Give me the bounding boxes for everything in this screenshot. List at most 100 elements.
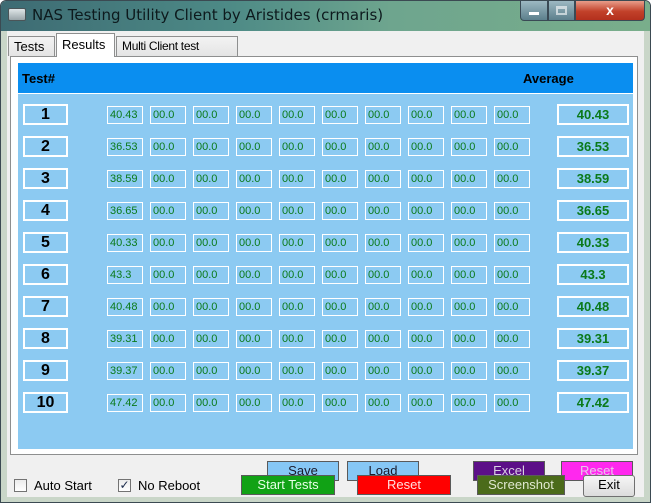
table-row: 4 36.65 00.0 00.0 00.0 00.0 00.0 00.0 00.0 00.0 00… [18,197,633,229]
start-tests-button[interactable]: Start Tests [241,475,335,495]
table-row: 6 43.3 00.0 00.0 00.0 00.0 00.0 00.0 00.0 00.0 00.… [18,261,633,293]
result-cell: 00.0 [408,394,444,412]
row-average: 39.31 [557,328,629,349]
result-cell: 00.0 [322,394,358,412]
result-cell: 00.0 [236,266,272,284]
result-cell: 00.0 [322,138,358,156]
row-average: 40.43 [557,104,629,125]
result-cell: 00.0 [322,234,358,252]
result-cell: 00.0 [150,330,186,348]
header-average: Average [523,71,574,86]
minimize-button[interactable] [520,1,548,21]
result-cell: 00.0 [408,106,444,124]
app-icon [8,8,26,21]
no-reboot-label: No Reboot [138,478,201,493]
result-cell: 00.0 [193,362,229,380]
result-cell: 00.0 [365,138,401,156]
result-cell: 00.0 [494,266,530,284]
result-cell: 00.0 [322,330,358,348]
result-cell: 40.48 [107,298,143,316]
window-title: NAS Testing Utility Client by Aristides … [32,6,384,24]
row-average: 38.59 [557,168,629,189]
result-cell: 00.0 [150,362,186,380]
result-cell: 00.0 [494,106,530,124]
table-row: 3 38.59 00.0 00.0 00.0 00.0 00.0 00.0 00.0 00.0 00… [18,165,633,197]
result-cell: 00.0 [365,266,401,284]
row-average: 36.65 [557,200,629,221]
result-cell: 00.0 [279,138,315,156]
result-cell: 00.0 [279,298,315,316]
table-row: 1 40.43 00.0 00.0 00.0 00.0 00.0 00.0 00.0 00.0 00… [18,101,633,133]
result-cell: 00.0 [236,138,272,156]
result-cell: 00.0 [322,362,358,380]
result-cell: 39.37 [107,362,143,380]
result-cell: 39.31 [107,330,143,348]
row-number: 3 [23,168,68,189]
result-cell: 00.0 [451,266,487,284]
result-cell: 00.0 [408,330,444,348]
result-cell: 00.0 [451,138,487,156]
result-cell: 00.0 [236,394,272,412]
row-average: 43.3 [557,264,629,285]
exit-button[interactable]: Exit [583,475,635,497]
app-window: NAS Testing Utility Client by Aristides … [0,0,651,503]
result-cell: 00.0 [365,330,401,348]
result-cell: 00.0 [451,106,487,124]
row-number: 7 [23,296,68,317]
no-reboot-checkbox[interactable]: ✓ [118,479,131,492]
result-cell: 00.0 [236,234,272,252]
result-cell: 00.0 [494,202,530,220]
maximize-button[interactable] [548,1,575,21]
client-area: Tests Results Multi Client test Test# Av… [7,31,644,497]
row-number: 5 [23,232,68,253]
tab-tests[interactable]: Tests [8,36,55,56]
result-cell: 00.0 [193,138,229,156]
tab-results[interactable]: Results [56,33,115,57]
result-cell: 43.3 [107,266,143,284]
result-cell: 00.0 [322,298,358,316]
row-average: 39.37 [557,360,629,381]
auto-start-checkbox[interactable] [14,479,27,492]
result-cell: 00.0 [494,330,530,348]
result-cell: 00.0 [408,362,444,380]
result-cell: 00.0 [494,138,530,156]
close-button[interactable]: x [575,1,645,21]
result-cell: 00.0 [451,394,487,412]
result-cell: 00.0 [408,266,444,284]
result-cell: 36.53 [107,138,143,156]
result-cell: 00.0 [193,202,229,220]
result-cell: 00.0 [365,202,401,220]
tab-multi-client-test[interactable]: Multi Client test [116,36,238,56]
reset-button[interactable]: Reset [357,475,451,495]
result-cell: 00.0 [322,106,358,124]
result-cell: 00.0 [279,106,315,124]
result-cell: 00.0 [150,202,186,220]
result-cell: 00.0 [408,202,444,220]
title-bar[interactable]: NAS Testing Utility Client by Aristides … [1,1,650,31]
result-cell: 00.0 [408,170,444,188]
result-cell: 40.33 [107,234,143,252]
result-cell: 00.0 [408,138,444,156]
result-cell: 00.0 [150,234,186,252]
result-cell: 00.0 [150,106,186,124]
result-cell: 00.0 [451,330,487,348]
result-cell: 00.0 [365,362,401,380]
result-cell: 00.0 [193,234,229,252]
result-cell: 00.0 [365,234,401,252]
result-cell: 00.0 [279,362,315,380]
minimize-icon [529,12,539,15]
result-cell: 00.0 [236,170,272,188]
result-cell: 38.59 [107,170,143,188]
results-panel: Test# Average 1 40.43 00.0 00.0 00.0 00.0 00.0… [10,56,638,481]
result-cell: 00.0 [494,362,530,380]
row-number: 9 [23,360,68,381]
row-average: 40.33 [557,232,629,253]
screenshot-button[interactable]: Screenshot [477,475,565,495]
table-row: 5 40.33 00.0 00.0 00.0 00.0 00.0 00.0 00.0 00.0 00… [18,229,633,261]
auto-start-label: Auto Start [34,478,92,493]
result-cell: 00.0 [150,266,186,284]
result-cell: 00.0 [279,170,315,188]
result-cell: 00.0 [193,330,229,348]
result-cell: 00.0 [279,266,315,284]
result-cell: 00.0 [494,394,530,412]
